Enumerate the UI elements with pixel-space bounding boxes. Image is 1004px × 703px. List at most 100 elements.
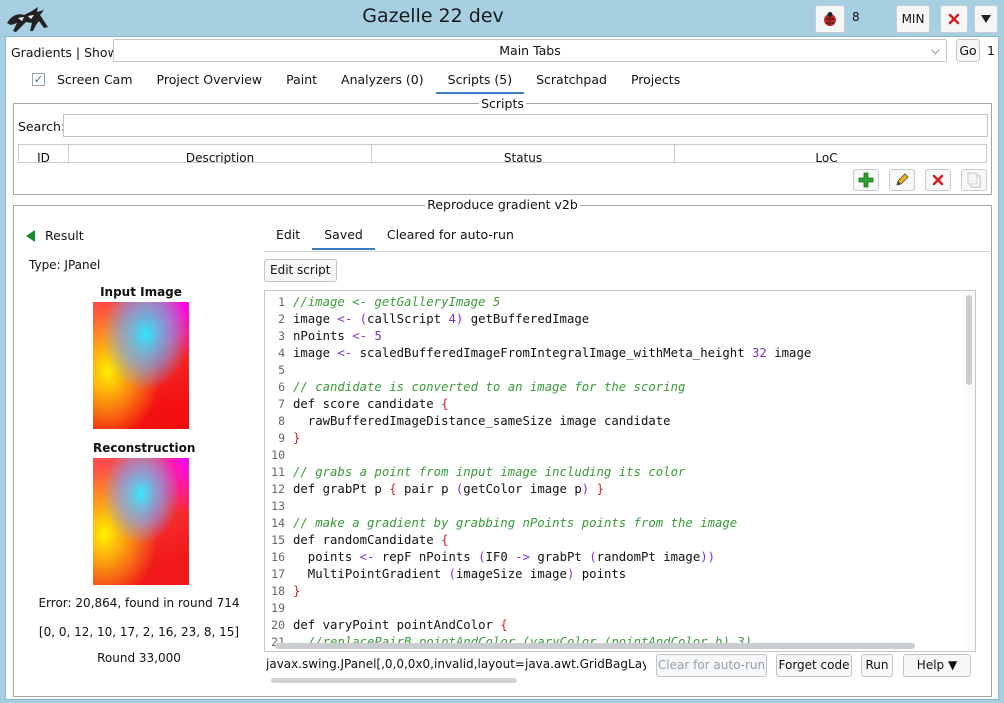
column-header-loc[interactable]: LoC	[675, 145, 978, 164]
window-title: Gazelle 22 dev	[362, 5, 504, 27]
input-image	[93, 302, 189, 429]
line-number: 14	[271, 516, 285, 530]
code-line[interactable]: 9}	[265, 430, 811, 447]
line-number: 12	[271, 482, 285, 496]
reconstruction-label: Reconstruction	[93, 441, 196, 455]
counter-label: 1	[987, 43, 995, 58]
tab-projects[interactable]: Projects	[619, 66, 692, 94]
pencil-icon	[896, 173, 909, 186]
code-line[interactable]: 11// grabs a point from input image incl…	[265, 464, 811, 481]
line-number: 11	[271, 465, 285, 479]
column-header-description[interactable]: Description	[69, 145, 372, 164]
scripts-table-header: ID Description Status LoC	[18, 144, 987, 164]
tab-project-overview[interactable]: Project Overview	[145, 66, 275, 94]
status-scrollbar[interactable]	[271, 678, 517, 683]
forget-code-button[interactable]: Forget code	[776, 654, 852, 677]
round-text: Round 33,000	[97, 651, 181, 665]
scripts-title: Scripts	[479, 96, 526, 111]
delete-icon	[932, 174, 944, 186]
code-line[interactable]: 19	[265, 600, 811, 617]
help-button[interactable]: Help ▼	[903, 654, 971, 677]
code-line[interactable]: 15 def randomCandidate {	[265, 532, 811, 549]
type-label: Type: JPanel	[29, 258, 101, 272]
column-header-id[interactable]: ID	[19, 145, 69, 164]
code-line[interactable]: 2 image <- (callScript 4) getBufferedImag…	[265, 311, 811, 328]
detail-title: Reproduce gradient v2b	[425, 197, 580, 212]
tab-label: Screen Cam	[57, 71, 133, 87]
code-line[interactable]: 20 def varyPoint pointAndColor {	[265, 617, 811, 634]
line-number: 4	[278, 346, 285, 360]
error-text: Error: 20,864, found in round 714	[38, 596, 240, 610]
input-image-label: Input Image	[93, 285, 189, 299]
tab-edit[interactable]: Edit	[264, 220, 312, 250]
close-button[interactable]	[940, 5, 968, 33]
code-editor[interactable]: 1//image <- getGalleryImage 5 2 image <- (…	[264, 290, 976, 652]
tab-saved[interactable]: Saved	[312, 220, 375, 250]
tab-paint[interactable]: Paint	[274, 66, 329, 94]
clear-for-auto-run-button[interactable]: Clear for auto-run	[656, 654, 767, 677]
ladybug-icon	[824, 12, 836, 26]
delete-script-button[interactable]	[925, 169, 951, 191]
show-select[interactable]: Main Tabs ⌵	[113, 39, 947, 62]
code-line[interactable]: 1//image <- getGalleryImage 5	[265, 294, 811, 311]
tab-cleared-for-auto-run[interactable]: Cleared for auto-run	[375, 220, 526, 250]
search-label: Search:	[18, 119, 66, 134]
line-number: 7	[278, 397, 285, 411]
vertical-scrollbar[interactable]	[963, 291, 975, 651]
line-number: 20	[271, 618, 285, 632]
copy-script-button[interactable]	[961, 169, 987, 191]
plus-icon	[858, 172, 874, 188]
add-script-button[interactable]	[853, 169, 879, 191]
line-number: 6	[278, 380, 285, 394]
code-line[interactable]: 7 def score candidate {	[265, 396, 811, 413]
title-bar: Gazelle 22 dev 8 MIN	[0, 0, 1004, 37]
line-number: 18	[271, 584, 285, 598]
tab-scratchpad[interactable]: Scratchpad	[524, 66, 619, 94]
code-line[interactable]: 3 nPoints <- 5	[265, 328, 811, 345]
bug-button[interactable]	[815, 5, 845, 33]
window-menu-button[interactable]	[974, 5, 998, 33]
line-number: 10	[271, 448, 285, 462]
search-input[interactable]	[63, 114, 988, 137]
code-line[interactable]: 10	[265, 447, 811, 464]
detail-tab-bar: Edit Saved Cleared for auto-run	[264, 220, 526, 250]
vector-text: [0, 0, 12, 10, 17, 2, 16, 23, 8, 15]	[38, 625, 240, 639]
code-line[interactable]: 5	[265, 362, 811, 379]
code-line[interactable]: 8 rawBufferedImageDistance_sameSize imag…	[265, 413, 811, 430]
edit-script-text-button[interactable]: Edit script	[264, 259, 337, 282]
code-line[interactable]: 13	[265, 498, 811, 515]
edit-script-button[interactable]	[889, 169, 915, 191]
scroll-thumb[interactable]	[966, 295, 972, 385]
status-text: javax.swing.JPanel[,0,0,0x0,invalid,layo…	[266, 657, 646, 671]
tab-scripts[interactable]: Scripts (5)	[435, 66, 525, 94]
close-icon	[948, 13, 960, 25]
result-toggle[interactable]: Result	[26, 228, 84, 243]
code-line[interactable]: 4 image <- scaledBufferedImageFromIntegra…	[265, 345, 811, 362]
bug-count: 8	[852, 10, 860, 24]
scripts-panel: Scripts Search: ID Description Status Lo…	[13, 96, 992, 195]
code-content[interactable]: 1//image <- getGalleryImage 5 2 image <- (…	[265, 294, 811, 651]
code-line[interactable]: 16 points <- repF nPoints (IF0 -> grabPt…	[265, 549, 811, 566]
horizontal-scrollbar[interactable]	[275, 643, 915, 649]
line-number: 1	[278, 295, 285, 309]
chevron-down-icon: ⌵	[930, 43, 940, 57]
line-number: 13	[271, 499, 285, 513]
checkbox-icon[interactable]: ✓	[32, 72, 45, 86]
run-button[interactable]: Run	[861, 654, 893, 677]
script-detail-panel: Reproduce gradient v2b Result Type: JPan…	[13, 197, 992, 697]
reconstruction-image	[93, 458, 189, 585]
minimize-button[interactable]: MIN	[896, 5, 930, 33]
code-line[interactable]: 17 MultiPointGradient (imageSize image) …	[265, 566, 811, 583]
line-number: 5	[278, 363, 285, 377]
column-header-status[interactable]: Status	[372, 145, 675, 164]
code-line[interactable]: 14// make a gradient by grabbing nPoints…	[265, 515, 811, 532]
code-line[interactable]: 12 def grabPt p { pair p (getColor image …	[265, 481, 811, 498]
code-line[interactable]: 18}	[265, 583, 811, 600]
code-line[interactable]: 6// candidate is converted to an image f…	[265, 379, 811, 396]
gradients-label: Gradients | Show	[11, 44, 118, 60]
tab-screen-cam[interactable]: ✓ Screen Cam	[20, 66, 145, 94]
show-select-value: Main Tabs	[499, 43, 561, 58]
line-number: 9	[278, 431, 285, 445]
go-button[interactable]: Go	[956, 39, 980, 62]
tab-analyzers[interactable]: Analyzers (0)	[329, 66, 436, 94]
